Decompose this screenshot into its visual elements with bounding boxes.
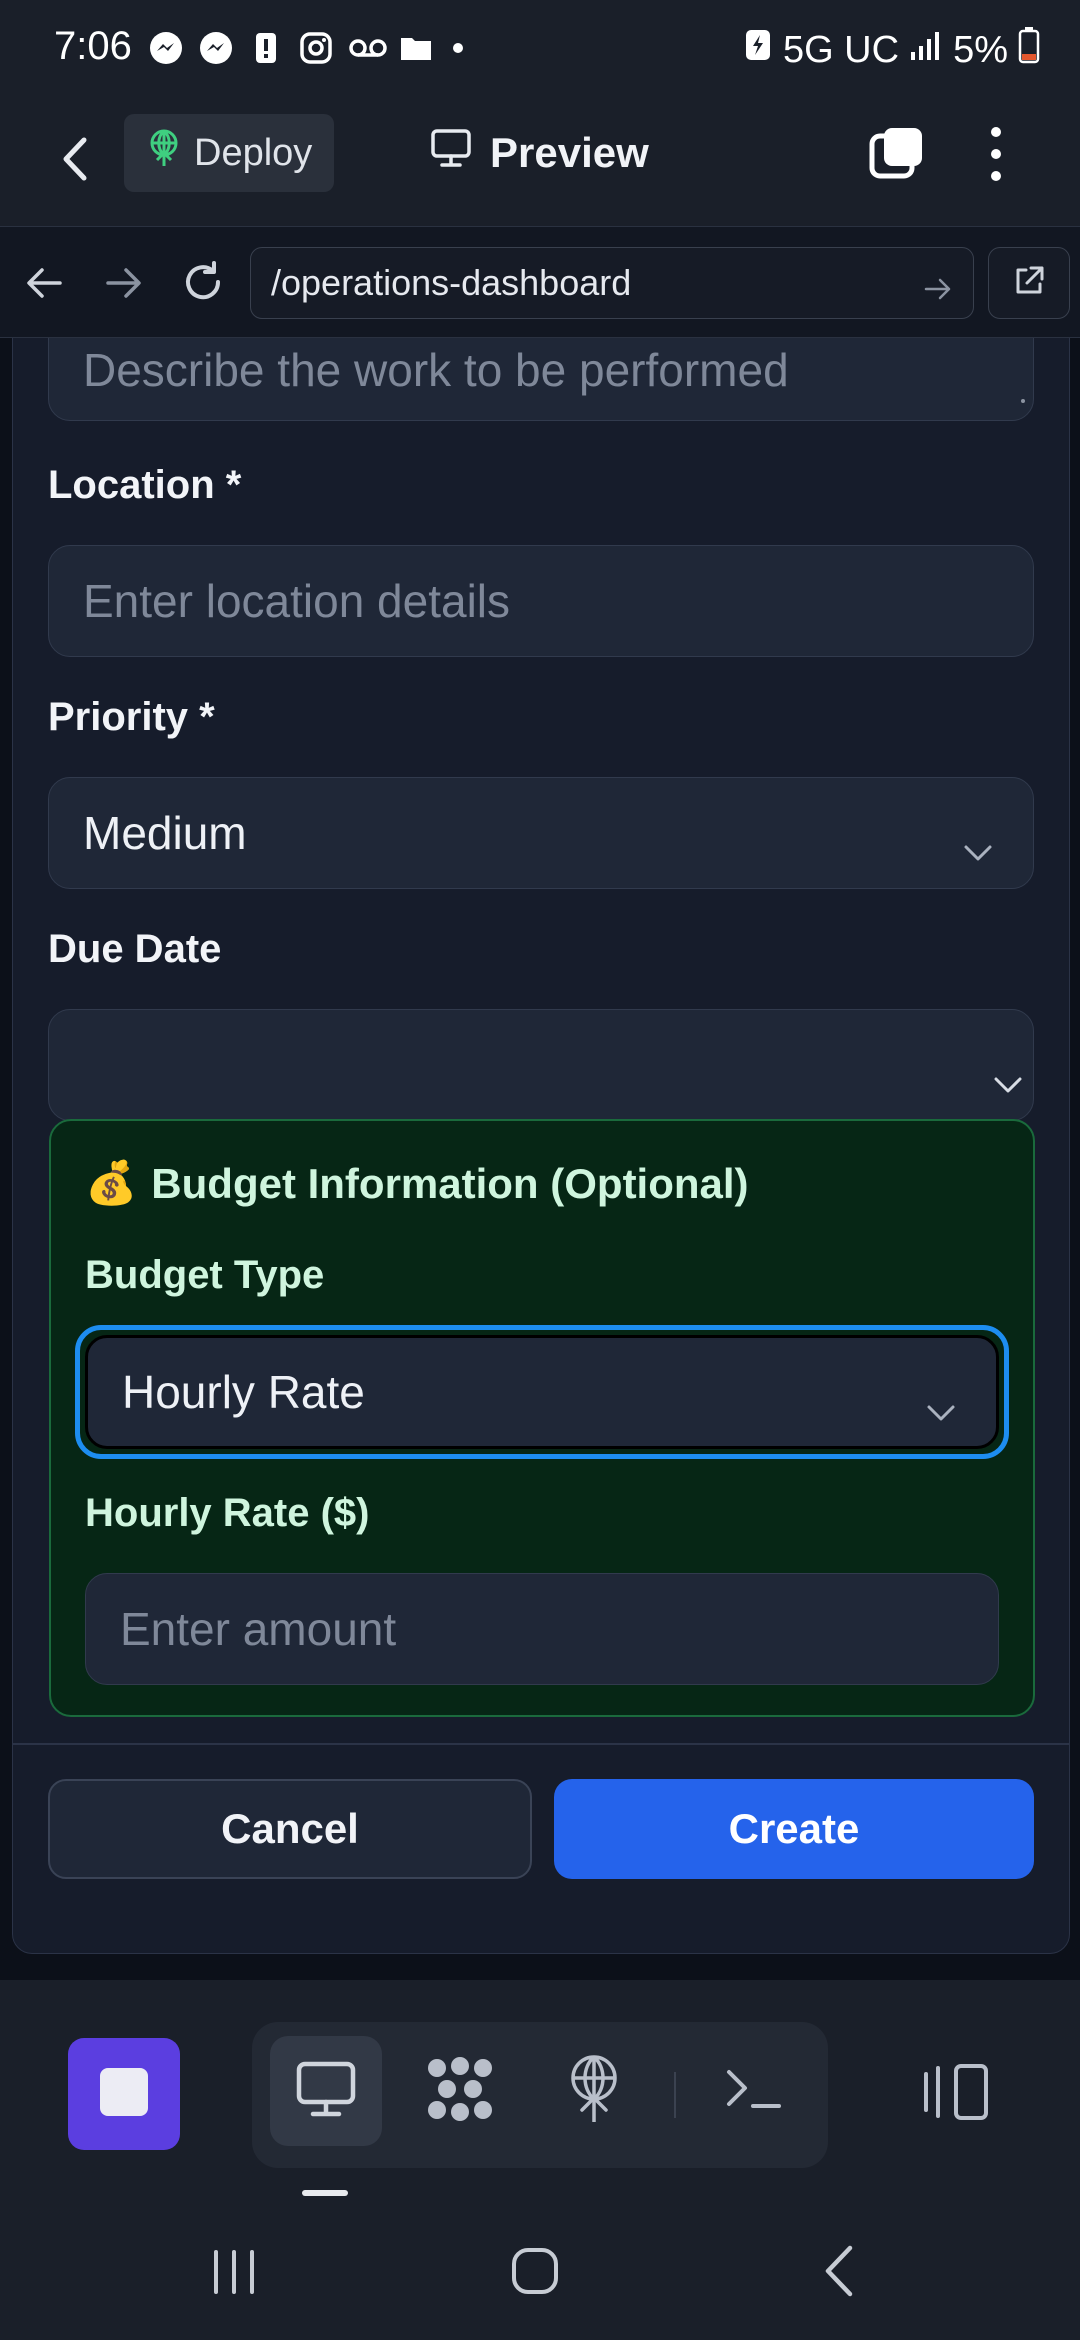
resize-handle-icon[interactable]	[1019, 362, 1027, 416]
dot-icon	[448, 30, 484, 66]
due-date-label: Due Date	[48, 927, 222, 971]
money-bag-icon: 💰	[85, 1159, 138, 1206]
preview-tab[interactable]: Preview	[430, 128, 649, 178]
tool-group	[252, 2022, 828, 2168]
browser-back-icon[interactable]	[24, 265, 64, 306]
reload-icon[interactable]	[180, 259, 226, 310]
url-text: /operations-dashboard	[271, 262, 632, 303]
deploy-button[interactable]: Deploy	[124, 114, 334, 192]
browser-toolbar: /operations-dashboard	[0, 226, 1080, 338]
voicemail-icon	[348, 30, 387, 66]
alert-icon	[248, 30, 284, 66]
home-icon[interactable]	[510, 2246, 560, 2301]
chevron-down-icon[interactable]	[993, 1052, 1023, 1106]
status-right: 5G UC 5%	[743, 26, 1040, 74]
description-placeholder: Describe the work to be performed	[83, 344, 789, 396]
cancel-label: Cancel	[221, 1805, 359, 1852]
budget-section: 💰 Budget Information (Optional) Budget T…	[49, 1119, 1035, 1717]
status-time: 7:06	[54, 24, 132, 68]
messenger-icon	[198, 30, 234, 66]
active-tab-indicator	[302, 2190, 348, 2196]
stop-icon	[98, 2066, 150, 2123]
go-arrow-icon[interactable]	[923, 270, 953, 312]
app-header: Deploy Preview	[0, 100, 1080, 226]
tool-divider	[674, 2072, 676, 2118]
deploy-icon	[565, 2054, 623, 2129]
chevron-down-icon	[926, 1380, 956, 1434]
create-work-order-modal: Describe the work to be performed Locati…	[12, 338, 1070, 1954]
create-label: Create	[728, 1805, 860, 1852]
footer-divider	[13, 1743, 1069, 1745]
nfc-battery-saver-icon	[743, 26, 773, 74]
location-input[interactable]: Enter location details	[48, 545, 1034, 657]
deploy-tool-button[interactable]	[538, 2036, 650, 2146]
preview-viewport: Describe the work to be performed Locati…	[0, 338, 1080, 1980]
shell-tool-button[interactable]	[698, 2036, 810, 2146]
more-options-icon[interactable]	[984, 124, 1008, 189]
create-button[interactable]: Create	[554, 1779, 1034, 1879]
external-link-icon	[1012, 264, 1046, 303]
stop-button[interactable]	[68, 2038, 180, 2150]
battery-percent: 5%	[953, 28, 1008, 71]
open-external-button[interactable]	[988, 247, 1070, 319]
instagram-icon	[298, 30, 334, 66]
system-nav-bar	[0, 2200, 1080, 2340]
battery-icon	[1018, 26, 1040, 74]
agent-tool-button[interactable]	[404, 2036, 516, 2146]
monitor-icon	[295, 2060, 357, 2123]
priority-label: Priority *	[48, 695, 215, 739]
budget-title-text: Budget Information (Optional)	[151, 1159, 749, 1207]
folder-icon	[398, 30, 434, 66]
panels-toggle-icon[interactable]	[922, 2062, 992, 2127]
preview-tool-button[interactable]	[270, 2036, 382, 2146]
priority-select[interactable]: Medium	[48, 777, 1034, 889]
cancel-button[interactable]: Cancel	[48, 1779, 532, 1879]
budget-type-select[interactable]: Hourly Rate	[85, 1335, 999, 1449]
deploy-icon	[146, 128, 182, 178]
system-back-icon[interactable]	[820, 2244, 856, 2303]
location-placeholder: Enter location details	[83, 575, 511, 627]
budget-type-value: Hourly Rate	[122, 1366, 365, 1418]
chevron-down-icon	[963, 820, 993, 874]
notification-icons	[148, 30, 484, 66]
url-input[interactable]: /operations-dashboard	[250, 247, 974, 319]
hourly-rate-label: Hourly Rate ($)	[85, 1491, 370, 1535]
location-label: Location *	[48, 463, 242, 507]
due-date-input[interactable]	[48, 1009, 1034, 1121]
hourly-rate-input[interactable]: Enter amount	[85, 1573, 999, 1685]
budget-title: 💰 Budget Information (Optional)	[85, 1159, 749, 1208]
priority-value: Medium	[83, 807, 247, 859]
workspace-toolbar	[0, 1980, 1080, 2200]
budget-type-label: Budget Type	[85, 1253, 325, 1297]
agent-icon	[425, 2056, 495, 2127]
tabs-button[interactable]	[868, 124, 926, 187]
monitor-icon	[430, 128, 472, 178]
deploy-label: Deploy	[194, 131, 313, 174]
hourly-rate-placeholder: Enter amount	[120, 1603, 397, 1655]
description-textarea[interactable]: Describe the work to be performed	[48, 338, 1034, 421]
messenger-icon	[148, 30, 184, 66]
recent-apps-icon[interactable]	[210, 2250, 258, 2299]
terminal-icon	[725, 2066, 783, 2117]
preview-label: Preview	[490, 129, 649, 176]
network-type: 5G UC	[782, 28, 900, 71]
status-bar: 7:06 5G UC 5%	[0, 0, 1080, 100]
back-button[interactable]	[58, 134, 92, 189]
signal-icon	[909, 29, 943, 72]
browser-forward-icon[interactable]	[104, 265, 144, 306]
